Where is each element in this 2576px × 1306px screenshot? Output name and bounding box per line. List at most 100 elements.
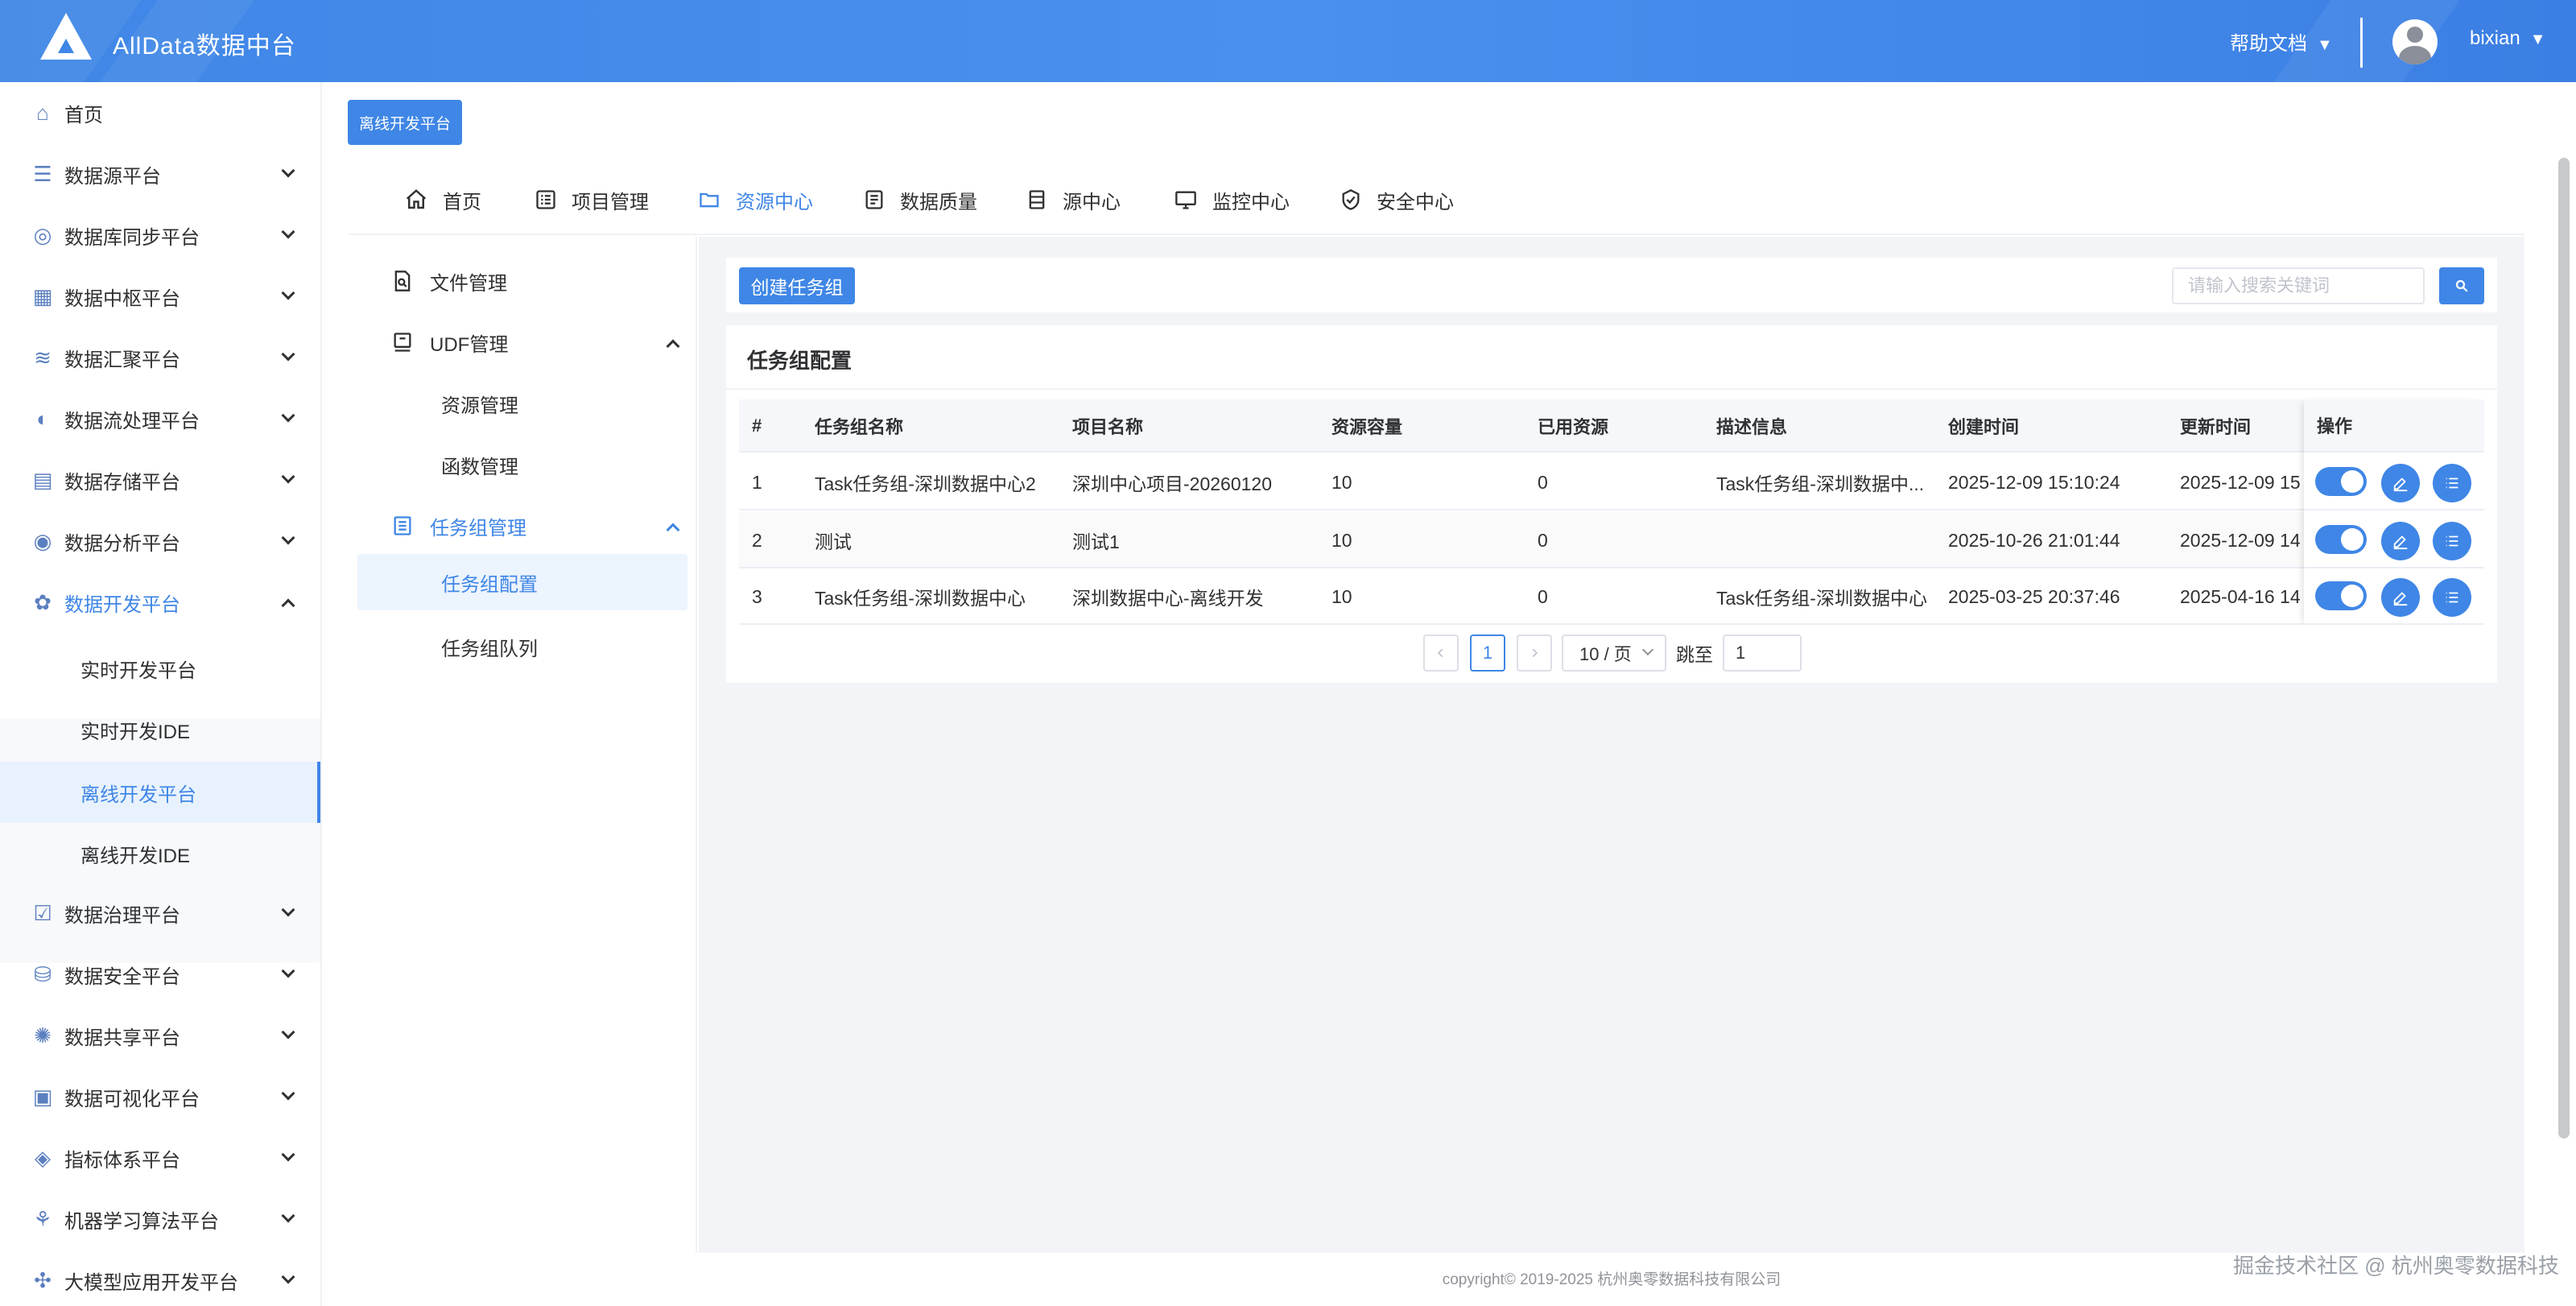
grid-icon: ▦	[32, 283, 53, 308]
detail-list-button[interactable]	[2433, 522, 2471, 560]
search-button[interactable]	[2439, 267, 2484, 304]
chevron-down-icon	[1641, 643, 1654, 656]
sidebar-subitem-4[interactable]: 离线开发IDE	[0, 823, 320, 884]
search-icon	[2455, 279, 2468, 292]
tab-label: 首页	[443, 191, 481, 213]
tab-project[interactable]: 项目管理	[535, 182, 649, 217]
next-page-button[interactable]	[1517, 634, 1552, 672]
table-row: 3 Task任务组-深圳数据中心 深圳数据中心-离线开发 10 0 Task任务…	[739, 568, 2484, 625]
sidebar-item-3[interactable]: ◎ 数据库同步平台	[0, 205, 322, 266]
detail-list-button[interactable]	[2433, 578, 2471, 617]
sidebar-item-6[interactable]: ◐ 数据流处理平台	[0, 388, 322, 449]
server-icon	[1029, 190, 1045, 209]
subnav-udf-manage[interactable]: UDF管理	[357, 314, 687, 370]
cell-taskgroup-name: 测试	[815, 531, 852, 552]
sidebar-item-12[interactable]: ✺ 数据共享平台	[0, 1005, 322, 1066]
sidebar-item-14[interactable]: ◈ 指标体系平台	[0, 1127, 322, 1188]
edit-button[interactable]	[2381, 578, 2420, 617]
cell-used: 0	[1538, 585, 1548, 607]
sidebar-item-16[interactable]: ✣ 大模型应用开发平台	[0, 1250, 322, 1306]
column-header: 资源容量	[1331, 417, 1403, 437]
sidebar-subitem-label: 实时开发IDE	[80, 721, 191, 743]
platform-button[interactable]: 离线开发平台	[348, 100, 462, 145]
sidebar-item-2[interactable]: ☰ 数据源平台	[0, 143, 322, 205]
create-taskgroup-button[interactable]: 创建任务组	[739, 267, 855, 304]
cell-project-name: 测试1	[1072, 531, 1120, 552]
page-number-button[interactable]: 1	[1470, 634, 1505, 672]
taskgroup-icon	[394, 516, 411, 535]
tab-source-center[interactable]: 源中心	[1026, 182, 1121, 217]
cell-capacity: 10	[1331, 529, 1352, 551]
cell-used: 0	[1538, 529, 1548, 551]
subnav-resource-manage[interactable]: 资源管理	[357, 375, 687, 432]
subnav-label: 任务组配置	[441, 573, 538, 596]
subnav-taskgroup-config[interactable]: 任务组配置	[357, 554, 687, 610]
sidebar-item-label: 数据分析平台	[64, 532, 180, 555]
tab-monitor-center[interactable]: 监控中心	[1174, 182, 1290, 217]
flow-icon: ◐	[36, 406, 49, 431]
sidebar-subitem-label: 离线开发平台	[80, 783, 196, 806]
subnav-taskgroup-queue[interactable]: 任务组队列	[357, 618, 687, 675]
table-row: 1 Task任务组-深圳数据中心2 深圳中心项目-20260120 10 0 T…	[739, 454, 2484, 510]
edit-button[interactable]	[2381, 522, 2420, 560]
llm-icon: ✣	[34, 1267, 52, 1292]
column-header: 创建时间	[1948, 417, 2020, 437]
sidebar-item-label: 机器学习算法平台	[64, 1210, 219, 1233]
sidebar-item-label: 首页	[64, 104, 103, 126]
chevron-down-icon	[281, 531, 295, 545]
sidebar-item-7[interactable]: ▤ 数据存储平台	[0, 449, 322, 510]
status-toggle[interactable]	[2315, 467, 2367, 496]
chevron-down-icon	[281, 964, 295, 978]
help-docs-menu[interactable]: 帮助文档 ▼	[2230, 27, 2333, 56]
sidebar-item-8[interactable]: ◉ 数据分析平台	[0, 510, 322, 572]
cell-taskgroup-name: Task任务组-深圳数据中心	[815, 588, 1026, 609]
tab-label: 项目管理	[572, 191, 649, 213]
sidebar-item-1[interactable]: ⌂ 首页	[0, 82, 322, 143]
sidebar-item-11[interactable]: ⛁ 数据安全平台	[0, 944, 322, 1005]
analysis-icon: ◉	[33, 528, 52, 553]
top-header: AllData数据中台 帮助文档 ▼ bixian ▼	[0, 0, 2576, 82]
jump-page-input[interactable]	[1723, 634, 1802, 672]
tab-data-quality[interactable]: 数据质量	[863, 182, 977, 217]
sidebar-item-15[interactable]: ⚘ 机器学习算法平台	[0, 1188, 322, 1250]
tab-security-center[interactable]: 安全中心	[1340, 182, 1454, 217]
actions-cell	[2304, 454, 2484, 510]
detail-list-button[interactable]	[2433, 464, 2471, 502]
pencil-icon	[2393, 535, 2408, 550]
subnav-label: 函数管理	[441, 456, 518, 478]
sidebar-item-4[interactable]: ▦ 数据中枢平台	[0, 266, 322, 327]
subnav-file-manage[interactable]: 文件管理	[357, 253, 687, 309]
status-toggle[interactable]	[2315, 581, 2367, 610]
subnav-taskgroup-manage[interactable]: 任务组管理	[357, 498, 687, 554]
search-input[interactable]	[2172, 267, 2425, 304]
user-menu[interactable]: bixian ▼	[2470, 27, 2546, 50]
edit-button[interactable]	[2381, 464, 2420, 502]
list-icon	[2446, 477, 2458, 489]
caret-down-icon: ▼	[2529, 31, 2546, 48]
sidebar-subitem-1[interactable]: 实时开发平台	[0, 638, 320, 699]
chevron-down-icon	[281, 347, 295, 362]
subnav-label: UDF管理	[430, 333, 509, 356]
status-toggle[interactable]	[2315, 525, 2367, 554]
sidebar-item-13[interactable]: ▣ 数据可视化平台	[0, 1066, 322, 1127]
sidebar-subitem-3[interactable]: 离线开发平台	[0, 762, 320, 823]
page-scrollbar[interactable]	[2558, 158, 2570, 1139]
sidebar-item-5[interactable]: ≋ 数据汇聚平台	[0, 327, 322, 388]
prev-page-button[interactable]	[1423, 634, 1459, 672]
avatar[interactable]	[2392, 19, 2438, 64]
sidebar-item-10[interactable]: ☑ 数据治理平台	[0, 882, 322, 944]
tab-label: 监控中心	[1212, 191, 1290, 213]
home-icon: ⌂	[36, 100, 49, 125]
app-title[interactable]: AllData数据中台	[113, 26, 296, 61]
chevron-down-icon	[281, 469, 295, 484]
sidebar-subitem-2[interactable]: 实时开发IDE	[0, 699, 320, 760]
column-header: 更新时间	[2180, 417, 2252, 437]
tab-resource-center[interactable]: 资源中心	[697, 182, 813, 217]
cube-icon: ◈	[35, 1145, 51, 1170]
tab-home[interactable]: 首页	[404, 182, 481, 217]
page-size-select[interactable]: 10 / 页	[1562, 634, 1666, 672]
subnav-function-manage[interactable]: 函数管理	[357, 436, 687, 493]
sidebar-subitem-label: 离线开发IDE	[80, 845, 191, 867]
logo-icon[interactable]	[39, 11, 93, 61]
sidebar-item-9[interactable]: ✿ 数据开发平台	[0, 572, 322, 633]
